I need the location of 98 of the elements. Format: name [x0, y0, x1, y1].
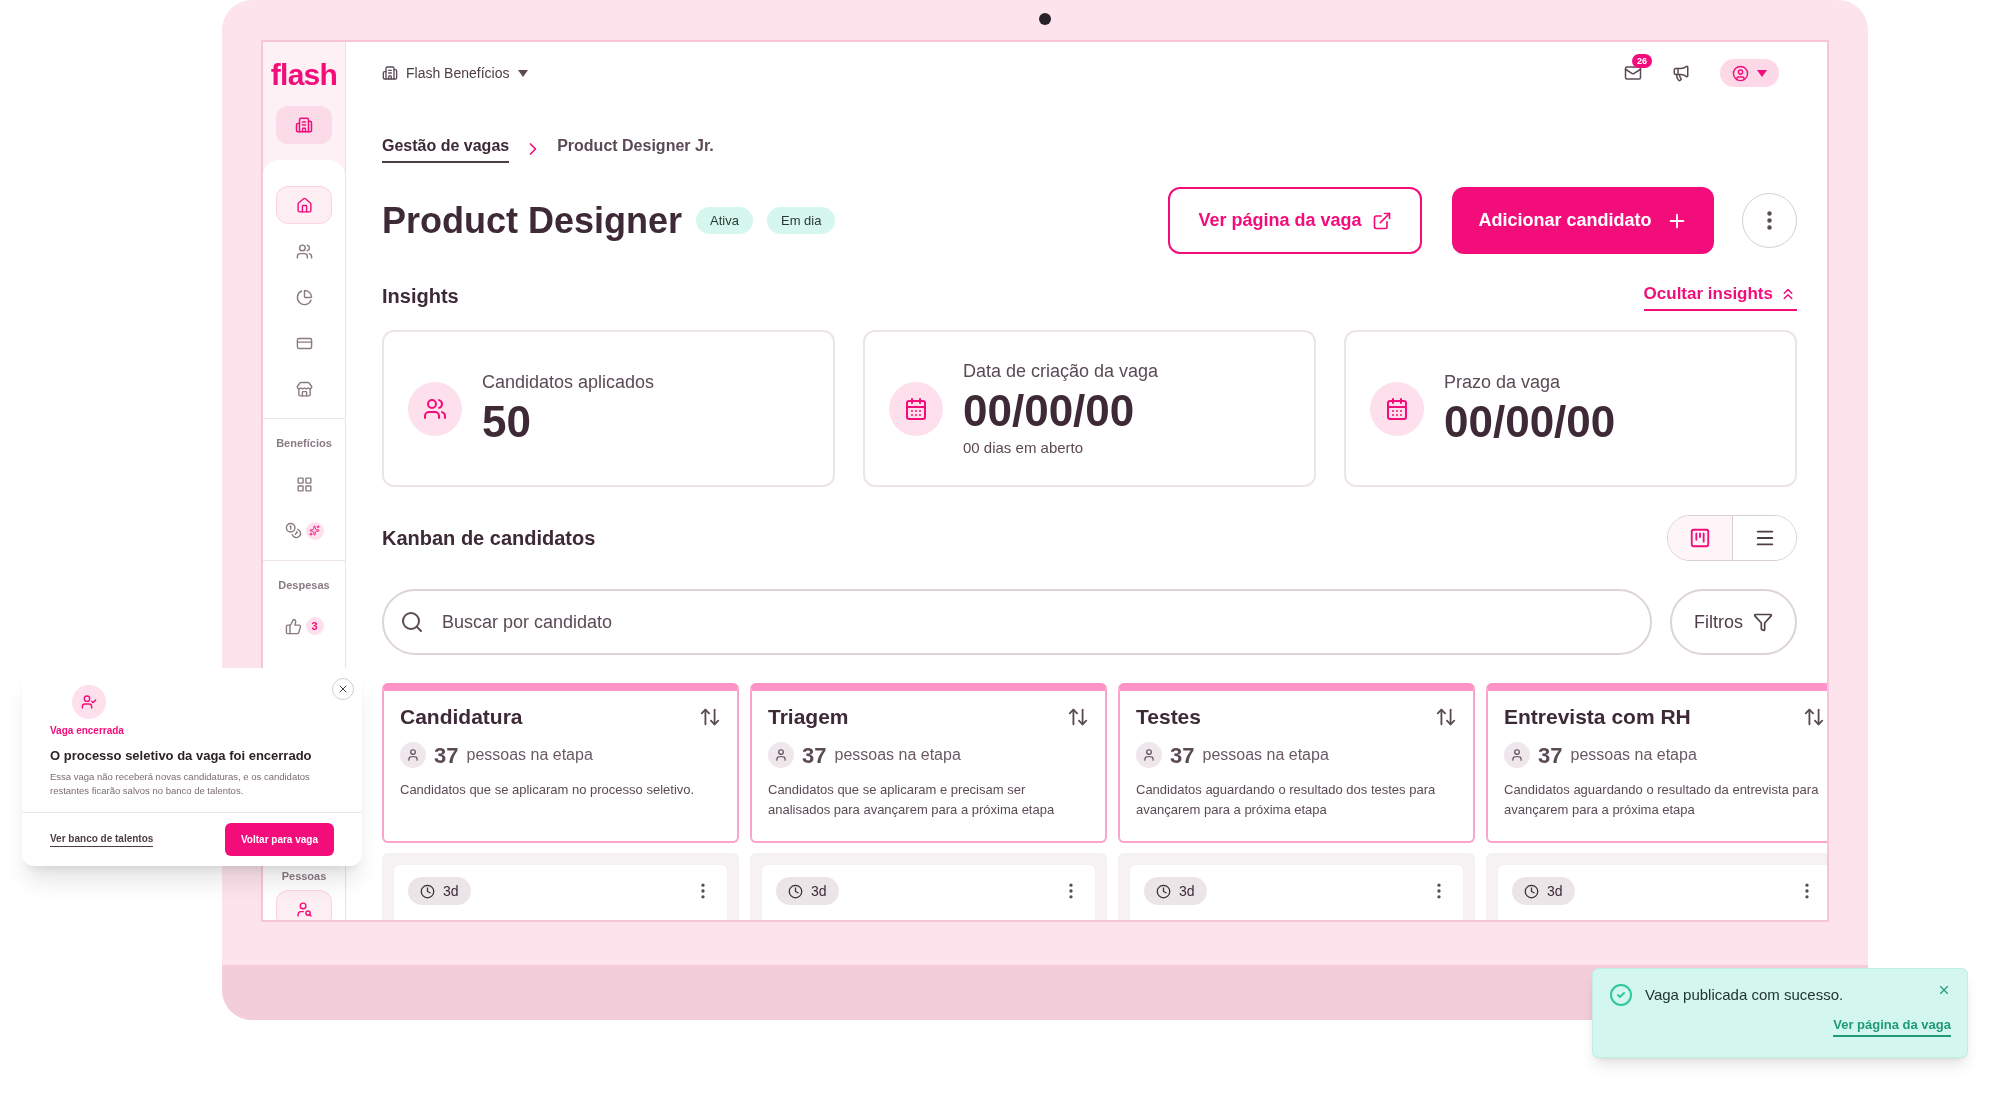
- calendar-icon: [904, 396, 928, 421]
- person-icon: [774, 748, 788, 762]
- search-field[interactable]: Buscar por candidato: [382, 589, 1652, 655]
- filters-button[interactable]: Filtros: [1670, 589, 1797, 655]
- user-search-icon: [295, 900, 313, 918]
- check-circle-icon: [1609, 983, 1633, 1007]
- building-icon: [295, 116, 313, 134]
- insight-note: 00 dias em aberto: [963, 437, 1085, 458]
- clock-icon: [788, 883, 803, 899]
- grid-icon: [295, 476, 313, 493]
- more-icon: [1767, 211, 1772, 230]
- back-to-job-button[interactable]: Voltar para vaga: [224, 822, 334, 856]
- count-badge: 3: [305, 617, 324, 635]
- coins-icon: [284, 522, 302, 539]
- person-icon: [1510, 748, 1524, 762]
- breadcrumb-link[interactable]: Gestão de vagas: [382, 134, 510, 163]
- company-name: Flash Benefícios: [406, 63, 510, 83]
- sidebar-item[interactable]: [276, 890, 332, 920]
- time-label: 3d: [811, 881, 827, 901]
- dialog-label: Vaga encerrada: [50, 724, 125, 738]
- page-title: Product Designer: [382, 198, 683, 243]
- pie-chart-icon: [295, 288, 313, 306]
- candidate-card[interactable]: 3d: [394, 865, 727, 920]
- sidebar-section-title: Benefícios: [276, 436, 332, 451]
- time-label: 3d: [1179, 881, 1195, 901]
- company-button[interactable]: [276, 106, 332, 144]
- calendar-icon: [1385, 396, 1409, 421]
- user-check-icon: [81, 694, 97, 710]
- filter-icon: [1753, 612, 1773, 632]
- people-icon: [295, 242, 313, 260]
- dialog-body: Essa vaga não receberá novas candidaturas, e os candidatos restantes ficarão salvos no banco de talentos.: [50, 769, 311, 798]
- count-label: pessoas na etapa: [834, 745, 961, 765]
- time-label: 3d: [443, 881, 459, 901]
- thumbs-up-icon: [284, 617, 302, 635]
- candidate-count: 37: [1170, 741, 1195, 770]
- sidebar-item[interactable]: [276, 186, 332, 224]
- insight-value: 50: [482, 396, 532, 448]
- store-icon: [295, 380, 313, 398]
- stage-description: Candidatos aguardando o resultado dos testes para avançarem para a próxima etapa: [1136, 780, 1437, 819]
- breadcrumb-link[interactable]: Product Designer Jr.: [557, 134, 714, 163]
- section-heading: Kanban de candidatos: [382, 526, 596, 551]
- notification-badge: 26: [1632, 54, 1652, 68]
- candidate-card[interactable]: 3d: [762, 865, 1095, 920]
- clock-icon: [420, 883, 435, 899]
- candidate-count: 37: [802, 741, 827, 770]
- candidate-card[interactable]: 3d: [1130, 865, 1463, 920]
- status-tag: Em dia: [766, 206, 836, 235]
- hide-insights-link[interactable]: Ocultar insights: [1643, 281, 1797, 311]
- sidebar-section-title: Despesas: [278, 577, 330, 593]
- building-icon: [382, 65, 398, 81]
- insight-label: Data de criação da vaga: [963, 359, 1159, 383]
- close-icon[interactable]: [1937, 983, 1951, 997]
- stage-description: Candidatos que se aplicaram e precisam ser analisados para avançarem para a próxima etapa: [768, 780, 1056, 819]
- stage-title: Triagem: [768, 704, 849, 730]
- people-icon: [423, 396, 447, 421]
- insight-value: 00/00/00: [963, 384, 1136, 437]
- search-icon: [400, 610, 424, 634]
- stage-description: Candidatos aguardando o resultado da entrevista para avançarem para a próxima etapa: [1504, 780, 1820, 819]
- insight-label: Prazo da vaga: [1444, 371, 1562, 394]
- person-icon: [406, 748, 420, 762]
- count-label: pessoas na etapa: [1570, 745, 1697, 765]
- view-option[interactable]: [1732, 516, 1796, 560]
- candidate-count: 37: [1538, 741, 1563, 770]
- stage-description: Candidatos que se aplicaram no processo seletivo.: [400, 780, 696, 799]
- candidate-card[interactable]: 3d: [1498, 865, 1827, 920]
- stage-title: Candidatura: [400, 704, 523, 730]
- add-candidate-button[interactable]: Adicionar candidato: [1452, 187, 1714, 254]
- sparkle-icon: [309, 525, 320, 536]
- clock-icon: [1156, 883, 1171, 899]
- time-label: 3d: [1547, 881, 1563, 901]
- person-icon: [1142, 748, 1156, 762]
- close-icon: [337, 683, 349, 695]
- talent-bank-link[interactable]: Ver banco de talentos: [50, 831, 154, 847]
- dialog-title: O processo seletivo da vaga foi encerrado: [50, 747, 313, 765]
- toast-message: Vaga publicada com sucesso.: [1645, 984, 1844, 1005]
- company-selector[interactable]: Flash Benefícios: [382, 62, 528, 84]
- board-icon: [1689, 527, 1711, 549]
- profile-menu[interactable]: [1720, 59, 1779, 87]
- insight-label: Candidatos aplicados: [482, 371, 655, 394]
- clock-icon: [1524, 883, 1539, 899]
- stage-title: Testes: [1136, 704, 1201, 730]
- mail-icon[interactable]: [1624, 64, 1642, 82]
- section-heading: Insights: [382, 284, 459, 309]
- insight-value: 00/00/00: [1444, 396, 1616, 448]
- logo: flash: [270, 60, 338, 90]
- candidate-count: 37: [434, 741, 459, 770]
- sidebar-section-title: Pessoas: [281, 868, 327, 884]
- view-page-button[interactable]: Ver página da vaga: [1168, 187, 1422, 254]
- stage-title: Entrevista com RH: [1504, 704, 1691, 730]
- count-label: pessoas na etapa: [1202, 745, 1329, 765]
- caret-icon: [1757, 69, 1767, 77]
- megaphone-icon[interactable]: [1672, 64, 1690, 82]
- home-icon: [295, 196, 313, 214]
- user-icon: [1732, 64, 1749, 82]
- external-link-icon: [1371, 210, 1392, 231]
- count-label: pessoas na etapa: [466, 745, 593, 765]
- caret-icon: [517, 69, 528, 77]
- status-tag: Ativa: [696, 206, 753, 235]
